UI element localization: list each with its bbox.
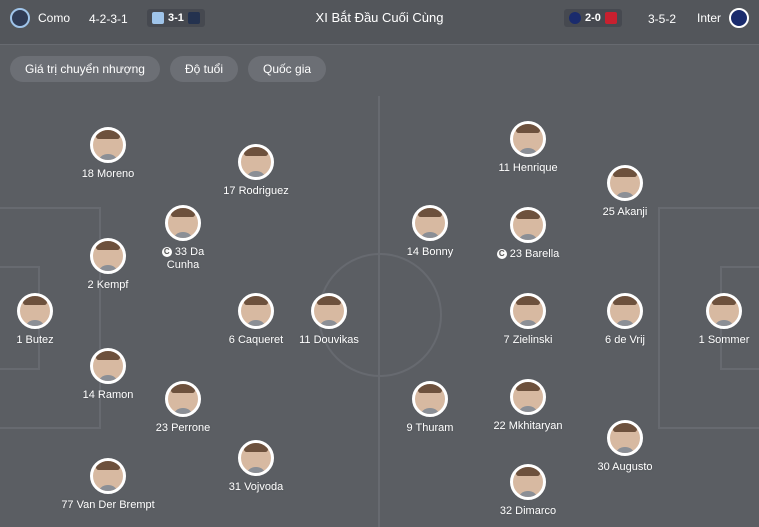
genoa-mini-crest-icon [604, 12, 617, 24]
player-photo [510, 121, 546, 157]
player-home-perrone[interactable]: 23 Perrone [118, 381, 248, 435]
filter-country[interactable]: Quốc gia [248, 56, 327, 82]
away-last-score: 2-0 [585, 12, 601, 24]
page-title: XI Bắt Đầu Cuối Cùng [315, 10, 444, 25]
player-photo [17, 293, 53, 329]
player-photo [607, 293, 643, 329]
player-photo [311, 293, 347, 329]
player-away-sommer[interactable]: 1 Sommer [659, 293, 759, 347]
captain-badge-icon: C [496, 249, 507, 259]
filter-chips: Giá trị chuyển nhượng Độ tuổi Quốc gia [10, 56, 327, 82]
inter-mini-crest-icon [569, 12, 581, 24]
player-photo [412, 381, 448, 417]
player-away-barella[interactable]: C 23 Barella [463, 207, 593, 261]
player-photo [90, 348, 126, 384]
away-last-match[interactable]: 2-0 [564, 9, 622, 27]
player-photo [238, 440, 274, 476]
player-photo [90, 127, 126, 163]
lineup-header: Como 4-2-3-1 3-1 XI Bắt Đầu Cuối Cùng 2-… [0, 0, 759, 45]
filter-age[interactable]: Độ tuổi [169, 56, 238, 82]
away-formation: 3-5-2 [648, 12, 677, 26]
player-home-kempf[interactable]: 2 Kempf [43, 238, 173, 292]
player-away-dimarco[interactable]: 32 Dimarco [463, 464, 593, 518]
player-photo [412, 205, 448, 241]
player-home-vojvoda[interactable]: 31 Vojvoda [191, 440, 321, 494]
player-photo [238, 144, 274, 180]
inter-crest-icon [729, 8, 749, 28]
player-home-rodriguez[interactable]: 17 Rodriguez [191, 144, 321, 198]
away-team[interactable]: Inter [697, 0, 749, 36]
player-photo [510, 293, 546, 329]
player-home-moreno[interactable]: 18 Moreno [43, 127, 173, 181]
player-photo [607, 165, 643, 201]
player-photo [706, 293, 742, 329]
player-photo [90, 458, 126, 494]
player-photo [90, 238, 126, 274]
player-home-douvikas[interactable]: 11 Douvikas [264, 293, 394, 347]
player-photo [607, 420, 643, 456]
player-photo [165, 205, 201, 241]
filter-market-value[interactable]: Giá trị chuyển nhượng [10, 56, 160, 82]
player-photo [510, 207, 546, 243]
away-team-name: Inter [696, 11, 721, 25]
player-home-van-der-brempt[interactable]: 77 Van Der Brempt [43, 458, 173, 512]
player-home-butez[interactable]: 1 Butez [0, 293, 100, 347]
player-photo [165, 381, 201, 417]
player-photo [510, 464, 546, 500]
player-photo [510, 379, 546, 415]
